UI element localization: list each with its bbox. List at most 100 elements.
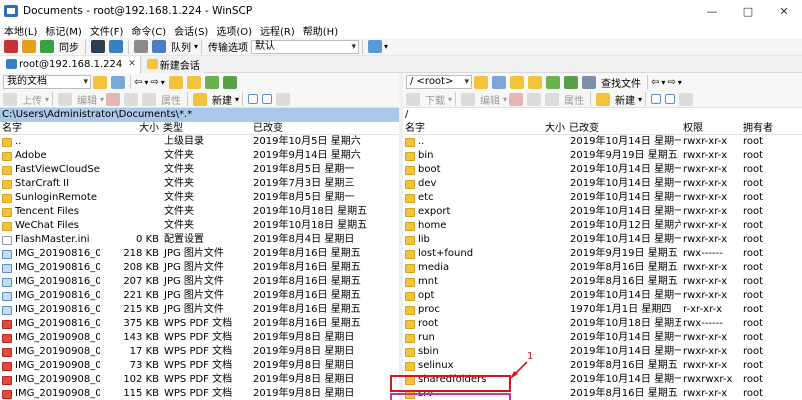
delete-icon[interactable] (106, 92, 121, 106)
table-row[interactable]: Tencent Files 文件夹 2019年10月18日 星期五 (0, 205, 399, 219)
back-icon[interactable]: ⇦ (651, 77, 659, 88)
column-owner[interactable]: 拥有者 (741, 122, 799, 134)
transfer-settings-dropdown-icon[interactable]: ▾ (384, 42, 388, 51)
parent-dir-icon[interactable] (510, 75, 524, 89)
menu-command[interactable]: 命令(C) (127, 23, 170, 38)
add-bookmark-icon[interactable] (4, 40, 18, 53)
edit-button[interactable]: 编辑 (480, 92, 500, 107)
new-dropdown-icon[interactable]: ▾ (235, 95, 239, 104)
rename-icon[interactable] (124, 92, 139, 106)
new-icon[interactable] (596, 92, 611, 106)
column-size[interactable]: 大小 (100, 122, 161, 134)
column-rights[interactable]: 权限 (681, 122, 741, 134)
forward-dropdown-icon[interactable]: ▾ (161, 78, 165, 87)
table-row[interactable]: bin 2019年9月19日 星期五 rwxr-xr-x root (403, 149, 802, 163)
new-dropdown-icon[interactable]: ▾ (638, 95, 642, 104)
console-icon[interactable] (91, 40, 105, 53)
properties-icon[interactable] (142, 92, 157, 106)
properties-button[interactable]: 属性 (564, 92, 584, 107)
table-row[interactable]: export 2019年10月14日 星期一 rwxr-xr-x root (403, 205, 802, 219)
table-row[interactable]: IMG_20190816_000... 221 KB JPG 图片文件 2019年8月… (0, 289, 399, 303)
remote-path[interactable]: / (403, 108, 802, 122)
maximize-button[interactable]: □ (730, 0, 766, 22)
deselect-icon[interactable] (665, 94, 676, 104)
forward-icon[interactable]: ⇨ (150, 77, 158, 88)
compare-icon[interactable] (22, 40, 36, 53)
download-button[interactable]: 下载 (425, 92, 445, 107)
home-icon[interactable] (546, 75, 560, 89)
refresh-icon[interactable] (222, 75, 237, 89)
edit-dropdown-icon[interactable]: ▾ (100, 95, 104, 104)
table-row[interactable]: SunloginRemote 文件夹 2019年8月5日 星期一 (0, 191, 399, 205)
table-row[interactable]: dev 2019年10月14日 星期一 rwxr-xr-x root (403, 177, 802, 191)
find-files-button[interactable]: 查找文件 (601, 75, 641, 90)
column-name[interactable]: 名字 (0, 122, 100, 134)
table-row[interactable]: WeChat Files 文件夹 2019年10月18日 星期五 (0, 219, 399, 233)
new-button[interactable]: 新建 (615, 92, 635, 107)
back-dropdown-icon[interactable]: ▾ (661, 78, 665, 87)
queue-button[interactable]: 队列 (171, 39, 191, 54)
column-changed[interactable]: 已改变 (251, 122, 399, 134)
column-changed[interactable]: 已改变 (567, 122, 681, 134)
select-all-icon[interactable] (248, 94, 259, 104)
select-all-icon[interactable] (651, 94, 662, 104)
table-row[interactable]: proc 1970年1月1日 星期四 r-xr-xr-x root (403, 303, 802, 317)
upload-icon[interactable] (3, 92, 17, 106)
properties-icon[interactable] (545, 92, 560, 106)
back-icon[interactable]: ⇦ (134, 77, 142, 88)
forward-dropdown-icon[interactable]: ▾ (678, 78, 682, 87)
table-row[interactable]: media 2019年8月16日 星期五 rwxr-xr-x root (403, 261, 802, 275)
menu-session[interactable]: 会话(S) (170, 23, 212, 38)
edit-icon[interactable] (58, 92, 73, 106)
root-dir-icon[interactable] (528, 75, 542, 89)
deselect-icon[interactable] (262, 94, 273, 104)
table-row[interactable]: IMG_20190908_000... 115 KB WPS PDF 文档 2019年… (0, 387, 399, 400)
refresh-icon[interactable] (564, 75, 578, 89)
edit-icon[interactable] (461, 92, 476, 106)
table-row[interactable]: IMG_20190908_000... 17 KB WPS PDF 文档 2019年9… (0, 345, 399, 359)
column-type[interactable]: 类型 (161, 122, 251, 134)
close-button[interactable]: ✕ (766, 0, 802, 22)
table-row[interactable]: sbin 2019年10月14日 星期一 rwxr-xr-x root (403, 345, 802, 359)
table-row[interactable]: selinux 2019年8月16日 星期五 rwxr-xr-x root (403, 359, 802, 373)
queue-icon[interactable] (152, 40, 166, 53)
home-icon[interactable] (204, 75, 219, 89)
new-icon[interactable] (193, 92, 208, 106)
table-row[interactable]: etc 2019年10月14日 星期一 rwxr-xr-x root (403, 191, 802, 205)
tab-new-session[interactable]: 新建会话 (140, 55, 204, 73)
filter-files-icon[interactable] (679, 92, 694, 106)
parent-dir-icon[interactable] (168, 75, 183, 89)
table-row[interactable]: .. 2019年10月14日 星期一 rwxr-xr-x root (403, 135, 802, 149)
table-row[interactable]: run 2019年10月14日 星期一 rwxr-xr-x root (403, 331, 802, 345)
table-row[interactable]: root 2019年10月18日 星期五 rwx------ root (403, 317, 802, 331)
filter-icon[interactable] (111, 75, 125, 89)
table-row[interactable]: boot 2019年10月14日 星期一 rwxr-xr-x root (403, 163, 802, 177)
open-folder-icon[interactable] (474, 75, 488, 89)
table-row[interactable]: lost+found 2019年9月19日 星期五 rwx------ root (403, 247, 802, 261)
table-row[interactable]: IMG_20190908_000... 73 KB WPS PDF 文档 2019年9… (0, 359, 399, 373)
download-dropdown-icon[interactable]: ▾ (448, 95, 452, 104)
rename-icon[interactable] (527, 92, 542, 106)
sync-icon[interactable] (40, 40, 54, 53)
menu-local[interactable]: 本地(L) (0, 23, 41, 38)
column-name[interactable]: 名字 (403, 122, 513, 134)
table-row[interactable]: IMG_20190908_000... 143 KB WPS PDF 文档 2019年… (0, 331, 399, 345)
local-path[interactable]: C:\Users\Administrator\Documents\*.* (0, 108, 399, 122)
menu-remote[interactable]: 远程(R) (256, 23, 299, 38)
local-drive-select[interactable]: 我的文档 (3, 75, 91, 89)
menu-help[interactable]: 帮助(H) (299, 23, 342, 38)
transfer-settings-icon[interactable] (368, 40, 383, 53)
edit-dropdown-icon[interactable]: ▾ (503, 95, 507, 104)
sync-button[interactable]: 同步 (59, 39, 79, 54)
edit-button[interactable]: 编辑 (77, 92, 97, 107)
menu-options[interactable]: 选项(O) (212, 23, 256, 38)
table-row[interactable]: FastViewCloudService 文件夹 2019年8月5日 星期一 (0, 163, 399, 177)
putty-icon[interactable] (109, 40, 123, 53)
find-files-icon[interactable] (582, 75, 596, 89)
back-dropdown-icon[interactable]: ▾ (144, 78, 148, 87)
table-row[interactable]: IMG_20190816_000... 207 KB JPG 图片文件 2019年8月… (0, 275, 399, 289)
preferences-icon[interactable] (134, 40, 148, 53)
remote-dir-select[interactable]: / <root> (406, 75, 472, 89)
download-icon[interactable] (406, 92, 420, 106)
table-row[interactable]: opt 2019年10月14日 星期一 rwxr-xr-x root (403, 289, 802, 303)
